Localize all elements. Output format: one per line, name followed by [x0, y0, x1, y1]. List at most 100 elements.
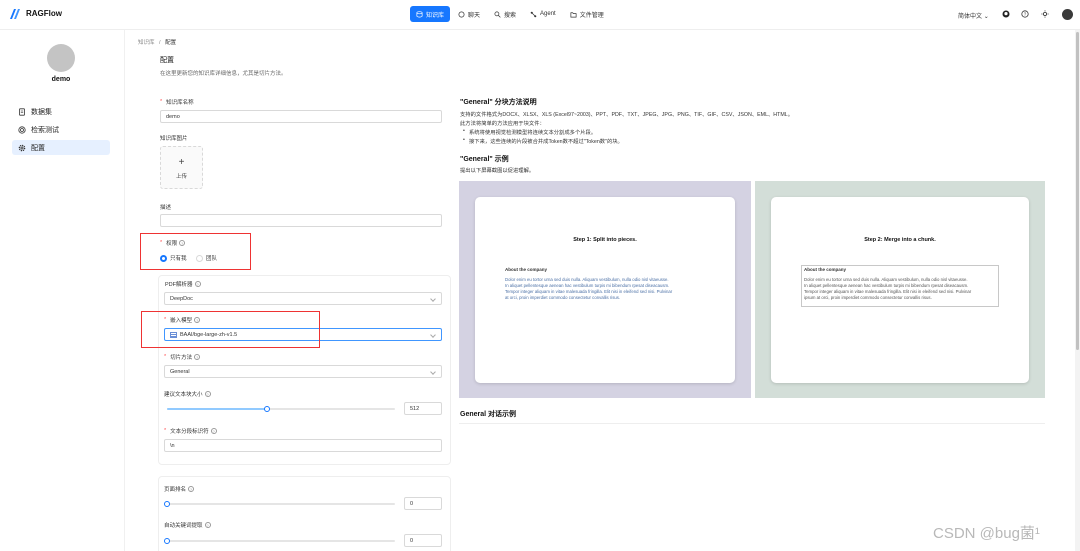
example-image-merge: Step 2: Merge into a chunk. About the co… [755, 181, 1045, 398]
watermark: CSDN @bug菌¹ [933, 525, 1040, 542]
breadcrumb-separator: / [159, 40, 161, 46]
pdf-parser-label: PDF解析器? [165, 280, 201, 288]
page-rank-slider[interactable] [167, 503, 395, 505]
kb-avatar [47, 44, 75, 72]
nav-label: Agent [540, 11, 556, 17]
database-icon [416, 10, 423, 17]
user-avatar[interactable] [1062, 9, 1073, 20]
help-icon[interactable]: ? [188, 486, 195, 492]
plus-icon: + [178, 157, 185, 168]
help-icon[interactable]: ? [210, 428, 217, 434]
chevron-down-icon: ⌄ [983, 14, 989, 20]
auto-keywords-label-text: 自动关键词提取 [164, 523, 203, 529]
language-label: 简体中文 [958, 14, 983, 20]
chunk-size-slider-handle[interactable] [264, 406, 270, 412]
example-image-split: Step 1: Split into pieces. About the com… [459, 181, 751, 398]
nav-label: 搜索 [504, 12, 517, 19]
github-icon[interactable] [1002, 10, 1010, 18]
page-description: 在这里更新您的知识库详细信息，尤其是切片方法。 [160, 71, 287, 77]
agent-icon [530, 11, 537, 17]
help-icon[interactable]: ? [194, 354, 201, 360]
sidebar-item-label: 检索测试 [31, 126, 59, 134]
breadcrumb: 知识库 / 配置 [138, 38, 176, 46]
delimiter-input[interactable]: \n [164, 439, 442, 452]
kb-name-label-text: 知识库名称 [166, 100, 194, 106]
lorem-line: ipsum at orci, proin imperdiet commodo c… [804, 295, 932, 300]
required-mark: * [160, 99, 163, 105]
highlight-box-embedding-model [141, 311, 320, 348]
page-rank-input[interactable]: 0 [404, 497, 442, 510]
scrollbar-thumb[interactable] [1076, 32, 1079, 350]
sidebar-item-retrieval-test[interactable]: 检索测试 [12, 122, 110, 137]
step1-title: Step 1: Split into pieces. [573, 237, 637, 243]
help-icon[interactable]: ? [204, 391, 211, 397]
help-circle-icon[interactable]: ? [1021, 10, 1029, 18]
pdf-parser-select[interactable]: DeepDoc [164, 292, 442, 305]
help-icon[interactable]: ? [204, 522, 211, 528]
method-info-title: "General" 分块方法说明 [460, 99, 537, 106]
sidebar-item-dataset[interactable]: 数据集 [12, 104, 110, 119]
main-nav: 知识库 聊天 搜索 Agent 文件管理 [410, 6, 610, 22]
auto-keywords-input[interactable]: 0 [404, 534, 442, 547]
breadcrumb-parent[interactable]: 知识库 [138, 40, 155, 46]
page-rank-slider-handle[interactable] [164, 501, 170, 507]
chunk-size-input[interactable]: 512 [404, 402, 442, 415]
lorem-text: Dolor enim eu tortor urna sed duis nulla… [804, 277, 998, 301]
page-rank-label: 页面排名? [164, 485, 195, 493]
kb-image-upload[interactable]: + 上传 [160, 146, 203, 189]
kb-owner-name: demo [51, 76, 71, 83]
help-icon[interactable]: ? [194, 281, 201, 287]
page-rank-label-text: 页面排名 [164, 487, 187, 493]
method-bullet: 接下来，这些连续的片段被合并成Token数不超过"Token数"的块。 [463, 137, 623, 145]
dialog-example-title: General 对话示例 [460, 411, 517, 418]
nav-knowledge-base[interactable]: 知识库 [410, 6, 451, 22]
upload-label: 上传 [175, 174, 187, 180]
divider [459, 423, 1045, 424]
example-card: Step 2: Merge into a chunk. About the co… [771, 197, 1029, 383]
file-icon [19, 107, 25, 116]
pdf-parser-label-text: PDF解析器 [165, 282, 193, 288]
required-mark: * [164, 428, 167, 434]
sidebar-item-settings[interactable]: 配置 [12, 140, 110, 155]
auto-keywords-label: 自动关键词提取? [164, 521, 211, 529]
nav-search[interactable]: 搜索 [488, 6, 522, 22]
kb-sidebar: demo 数据集 检索测试 配置 [0, 30, 125, 551]
chunk-size-slider-fill [167, 408, 267, 410]
nav-file-management[interactable]: 文件管理 [564, 6, 610, 22]
nav-label: 聊天 [468, 12, 481, 19]
settings-icon [18, 144, 26, 151]
chunk-method-select[interactable]: General [164, 365, 442, 378]
ragflow-logo-icon [10, 9, 20, 19]
kb-name-label: * 知识库名称 [160, 98, 194, 106]
nav-label: 文件管理 [579, 12, 604, 19]
lorem-text: Dolor enim eu tortor urna sed duis nulla… [505, 277, 725, 301]
nav-agent[interactable]: Agent [524, 6, 562, 22]
required-mark: * [164, 354, 167, 360]
auto-keywords-slider[interactable] [167, 540, 395, 542]
example-description: 提出以下屏幕截图以促进理解。 [460, 168, 535, 174]
delimiter-label: * 文本分段标识符? [164, 427, 217, 435]
language-switch[interactable]: 简体中文 ⌄ [958, 11, 989, 20]
nav-chat[interactable]: 聊天 [452, 6, 486, 22]
chat-icon [458, 11, 465, 17]
kb-image-label: 知识库图片 [160, 136, 188, 142]
description-input[interactable] [160, 214, 442, 227]
example-card: Step 1: Split into pieces. About the com… [475, 197, 735, 383]
sun-icon[interactable] [1041, 10, 1049, 18]
page-scrollbar[interactable] [1075, 30, 1080, 551]
target-icon [18, 125, 26, 134]
lorem-line: at orci, proin imperdiet commodo consect… [505, 295, 621, 300]
method-intro: 此方法将简单的方法应用于块文件： [460, 121, 545, 127]
top-bar: RAGFlow 知识库 聊天 搜索 Agent 文件管理 简体中文 ⌄ ? [0, 0, 1080, 30]
chunk-size-label-text: 建议文本块大小 [164, 392, 203, 398]
page-title: 配置 [160, 57, 174, 64]
kb-name-input[interactable]: demo [160, 110, 442, 123]
chunk-method-label-text: 切片方法 [170, 355, 193, 361]
example-title: "General" 示例 [460, 156, 509, 163]
lorem-heading: About the company [505, 267, 548, 272]
auto-keywords-slider-handle[interactable] [164, 538, 170, 544]
step2-title: Step 2: Merge into a chunk. [864, 237, 936, 243]
sidebar-item-label: 配置 [31, 144, 45, 152]
sidebar-item-label: 数据集 [31, 108, 52, 116]
breadcrumb-current: 配置 [165, 40, 177, 46]
